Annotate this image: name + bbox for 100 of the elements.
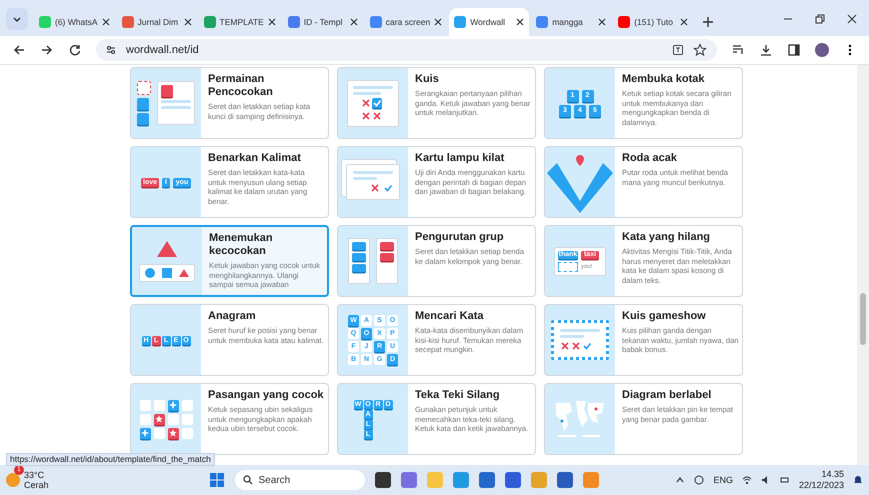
star-icon[interactable] [693,43,707,57]
close-icon[interactable] [350,18,358,26]
tile-icon [352,264,366,272]
favicon-icon [288,16,300,28]
tile-icon [137,113,149,125]
check-icon [372,98,382,108]
avatar-icon[interactable] [815,43,829,57]
favicon-icon [39,16,51,28]
square-icon [162,268,172,278]
close-icon[interactable] [434,18,442,26]
cross-icon [361,98,371,108]
cross-icon [571,341,581,351]
tab-search-button[interactable] [6,8,28,30]
close-icon[interactable] [680,18,688,26]
side-panel-icon[interactable] [787,43,801,57]
template-title: Kata yang hilang [622,231,712,244]
clock-date[interactable]: 22/12/2023 [798,480,844,491]
app-icon[interactable] [504,472,521,488]
tile-icon [352,253,366,261]
browser-tab[interactable]: TEMPLATE [198,8,281,36]
new-tab-icon[interactable] [701,15,716,29]
close-icon[interactable] [184,18,192,26]
scrollbar[interactable] [857,65,869,466]
weather-sun-icon[interactable] [6,473,20,487]
tile-icon [154,428,164,438]
cross-icon [560,341,570,351]
language-indicator[interactable]: ENG [713,475,733,485]
browser-tab[interactable]: ID - Templ [282,8,363,36]
weather-condition-text: Cerah [24,480,49,490]
tile-icon [137,98,149,110]
close-icon[interactable] [847,14,857,24]
triangle-icon [179,268,189,278]
browser-tab[interactable]: cara screen [364,8,448,36]
forward-arrow-icon[interactable] [40,43,54,57]
tile-icon [161,85,173,97]
browser-tab[interactable]: mangga [531,8,612,36]
check-icon [582,341,592,351]
tile-icon [140,414,150,424]
restore-icon[interactable] [815,14,825,24]
wifi-icon[interactable] [742,475,752,485]
taskbar-search-field[interactable]: Search [234,470,365,490]
favicon-icon [122,16,134,28]
favicon-icon [454,16,466,28]
favicon-icon [204,16,216,28]
plus-tile-icon [168,400,178,410]
tile-icon [140,400,150,410]
star-tile-icon [154,414,164,424]
cross-icon [372,110,382,120]
tile-icon [168,414,178,424]
template-title: Roda acak [622,152,678,165]
blank-slot [558,262,578,272]
clock-time[interactable]: 14.35 [798,469,844,480]
template-title: Kuis gameshow [622,310,707,323]
notification-bell-icon[interactable] [853,475,863,485]
dashed-box-icon [137,81,151,95]
close-icon[interactable] [598,18,606,26]
check-icon [383,183,393,193]
temperature-text: 33°C [24,470,46,480]
browser-tab[interactable]: (6) WhatsA [34,8,115,36]
battery-icon[interactable] [780,475,790,485]
plus-tile-icon [140,428,150,438]
windows-start-icon[interactable] [208,472,225,488]
cross-icon [361,110,371,120]
search-icon [242,475,253,485]
chevron-up-icon[interactable] [675,475,686,485]
tile-icon [380,242,394,250]
triangle-icon [156,240,178,258]
template-title: Teka Teki Silang [415,389,501,402]
tile-icon [154,400,164,410]
back-arrow-icon[interactable] [12,43,26,57]
status-url: https://wordwall.net/id/about/template/find_the_match [6,453,215,466]
translate-icon[interactable] [673,45,683,55]
star-tile-icon [168,428,178,438]
download-icon[interactable] [759,43,773,57]
close-icon[interactable] [268,18,276,26]
template-title: Pasangan yang cocok [208,389,325,402]
template-title: Benarkan Kalimat [208,152,302,165]
tile-icon [352,242,366,250]
favicon-icon [618,16,630,28]
browser-tab[interactable]: Wordwall [449,8,530,36]
media-queue-icon[interactable] [731,43,745,57]
cross-icon [370,183,380,193]
tile-icon [380,253,394,261]
template-title: Menemukan kecocokan [209,232,274,258]
close-icon[interactable] [516,18,524,26]
site-settings-icon[interactable] [106,45,116,55]
reload-icon[interactable] [68,43,82,57]
browser-tab[interactable]: Jurnal Dim [116,8,197,36]
template-title: Anagram [208,310,257,323]
close-icon[interactable] [102,18,110,26]
tile-icon [182,414,192,424]
address-bar[interactable]: wordwall.net/id [96,39,717,61]
tile-icon [182,428,192,438]
template-title: Mencari Kata [415,310,484,323]
favicon-icon [370,16,382,28]
template-title: Diagram berlabel [622,389,712,402]
circle-icon [145,268,155,278]
browser-tab[interactable]: (151) Tuto [613,8,694,36]
favicon-icon [536,16,548,28]
template-title: Kartu lampu kilat [415,152,506,165]
